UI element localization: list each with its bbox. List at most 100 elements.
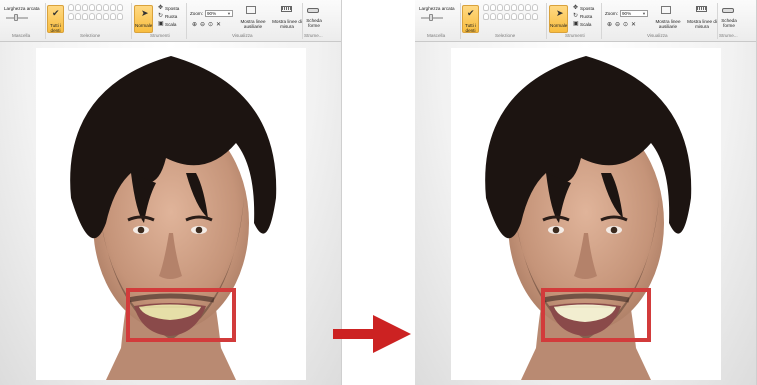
rotate-icon: ↻	[573, 13, 579, 19]
zoom-in-icon[interactable]: ⊕	[607, 22, 612, 28]
tooth[interactable]	[511, 4, 517, 11]
measure-button[interactable]: Mostra linee di misura	[272, 19, 302, 29]
scale-button[interactable]: Scala	[165, 22, 177, 27]
divider	[45, 3, 46, 39]
scale-icon: ▣	[573, 21, 579, 27]
zoom-in-icon[interactable]: ⊕	[192, 22, 197, 28]
zoom-100-icon[interactable]: ⊙	[208, 22, 213, 28]
view-group-label: Visualizza	[232, 33, 253, 38]
tooth[interactable]	[68, 4, 74, 11]
tooth[interactable]	[110, 13, 116, 20]
tooth[interactable]	[96, 13, 102, 20]
all-teeth-label: Tutti i denti	[49, 23, 62, 34]
tooth[interactable]	[504, 4, 510, 11]
guides-button[interactable]: Mostra linee ausiliarie	[653, 19, 683, 29]
grid-icon[interactable]	[246, 6, 256, 14]
zoom-out-icon[interactable]: ⊖	[200, 22, 205, 28]
tooth[interactable]	[103, 13, 109, 20]
tools-short-group-label: Strume...	[304, 33, 323, 38]
selection-group-label: Selezione	[495, 33, 516, 38]
shape-icon[interactable]	[307, 8, 319, 13]
move-button[interactable]: Sposta	[165, 6, 179, 11]
divider	[601, 3, 602, 39]
face-photo	[70, 56, 277, 380]
teeth-selector[interactable]	[68, 4, 128, 20]
cursor-icon: ➤	[141, 8, 149, 18]
chevron-down-icon: ▼	[227, 11, 231, 16]
after-panel: Larghezza arcata Mascella ✔ Tutti i dent…	[415, 0, 757, 385]
tooth[interactable]	[117, 13, 123, 20]
tooth[interactable]	[96, 4, 102, 11]
tooth[interactable]	[490, 4, 496, 11]
face-photo	[485, 56, 692, 380]
scale-button[interactable]: Scala	[580, 22, 592, 27]
tooth[interactable]	[117, 4, 123, 11]
grid-icon[interactable]	[661, 6, 671, 14]
photo-canvas[interactable]	[415, 42, 756, 385]
tooth[interactable]	[497, 4, 503, 11]
zoom-select[interactable]: 90% ▼	[205, 10, 233, 17]
shape-icon[interactable]	[722, 8, 734, 13]
ruler-icon[interactable]	[696, 6, 707, 12]
tooth[interactable]	[82, 4, 88, 11]
tooth[interactable]	[525, 4, 531, 11]
rotate-button[interactable]: Ruota	[580, 14, 592, 19]
tooth[interactable]	[532, 4, 538, 11]
move-icon: ✥	[158, 5, 164, 11]
shapes-button[interactable]: Scheda forme	[304, 18, 324, 28]
guides-button[interactable]: Mostra linee ausiliarie	[238, 19, 268, 29]
tooth[interactable]	[103, 4, 109, 11]
zoom-label: Zoom:	[605, 11, 619, 16]
tooth[interactable]	[518, 13, 524, 20]
divider	[186, 3, 187, 39]
tooth[interactable]	[490, 13, 496, 20]
tooth[interactable]	[75, 4, 81, 11]
move-button[interactable]: Sposta	[580, 6, 594, 11]
zoom-out-icon[interactable]: ⊖	[615, 22, 620, 28]
photo-page	[36, 48, 306, 380]
tooth[interactable]	[483, 4, 489, 11]
comparison-stage: Larghezza arcata Mascella ✔ Tutti i dent…	[0, 0, 757, 385]
normal-mode-button[interactable]: ➤ Normale	[134, 5, 153, 33]
jaw-group-label: Mascella	[427, 33, 446, 38]
normal-mode-button[interactable]: ➤ Normale	[549, 5, 568, 33]
selection-group-label: Selezione	[80, 33, 101, 38]
tooth[interactable]	[75, 13, 81, 20]
view-group-label: Visualizza	[647, 33, 668, 38]
scale-icon: ▣	[158, 21, 164, 27]
photo-canvas[interactable]	[0, 42, 341, 385]
tooth[interactable]	[68, 13, 74, 20]
zoom-fit-icon[interactable]: ✕	[216, 22, 221, 28]
zoom-select[interactable]: 90% ▼	[620, 10, 648, 17]
tooth[interactable]	[82, 13, 88, 20]
arch-width-label: Larghezza arcata	[4, 6, 40, 11]
chevron-down-icon: ▼	[642, 11, 646, 16]
zoom-value: 90%	[207, 11, 217, 16]
tooth[interactable]	[483, 13, 489, 20]
teeth-selector[interactable]	[483, 4, 543, 20]
rotate-button[interactable]: Ruota	[165, 14, 177, 19]
zoom-value: 90%	[622, 11, 632, 16]
tools-group-label: Strumenti	[150, 33, 170, 38]
tooth[interactable]	[89, 13, 95, 20]
tooth[interactable]	[511, 13, 517, 20]
tooth[interactable]	[518, 4, 524, 11]
zoom-fit-icon[interactable]: ✕	[631, 22, 636, 28]
all-teeth-button[interactable]: ✔ Tutti i denti	[47, 5, 64, 33]
rotate-icon: ↻	[158, 13, 164, 19]
measure-button[interactable]: Mostra linee di misura	[687, 19, 717, 29]
divider	[302, 3, 303, 39]
tooth[interactable]	[497, 13, 503, 20]
tooth[interactable]	[532, 13, 538, 20]
ribbon-toolbar: Larghezza arcata Mascella ✔ Tutti i dent…	[415, 0, 756, 42]
tooth[interactable]	[110, 4, 116, 11]
arch-width-slider-thumb[interactable]	[14, 14, 18, 21]
zoom-100-icon[interactable]: ⊙	[623, 22, 628, 28]
shapes-button[interactable]: Scheda forme	[719, 18, 739, 28]
all-teeth-button[interactable]: ✔ Tutti i denti	[462, 5, 479, 33]
tooth[interactable]	[525, 13, 531, 20]
arch-width-slider-thumb[interactable]	[429, 14, 433, 21]
tooth[interactable]	[89, 4, 95, 11]
tooth[interactable]	[504, 13, 510, 20]
ruler-icon[interactable]	[281, 6, 292, 12]
